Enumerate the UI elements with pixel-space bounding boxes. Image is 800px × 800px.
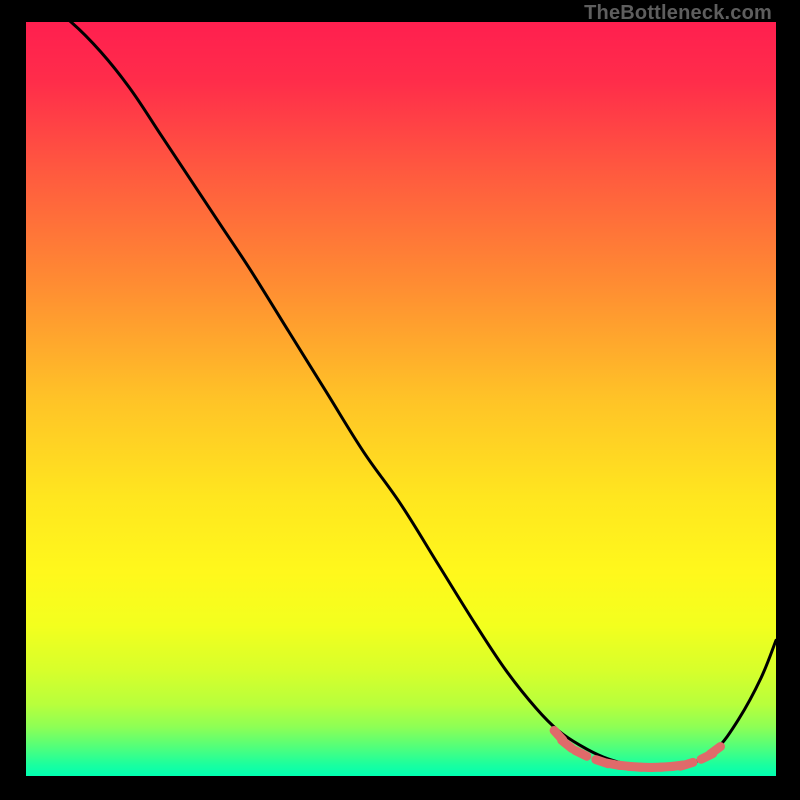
gradient-background <box>26 22 776 776</box>
chart-frame: TheBottleneck.com <box>0 0 800 800</box>
sweet-spot-marker <box>681 762 693 766</box>
plot-area <box>26 22 776 776</box>
sweet-spot-marker <box>710 747 720 755</box>
sweet-spot-marker <box>562 740 572 748</box>
sweet-spot-marker <box>575 751 587 757</box>
chart-svg <box>26 22 776 776</box>
